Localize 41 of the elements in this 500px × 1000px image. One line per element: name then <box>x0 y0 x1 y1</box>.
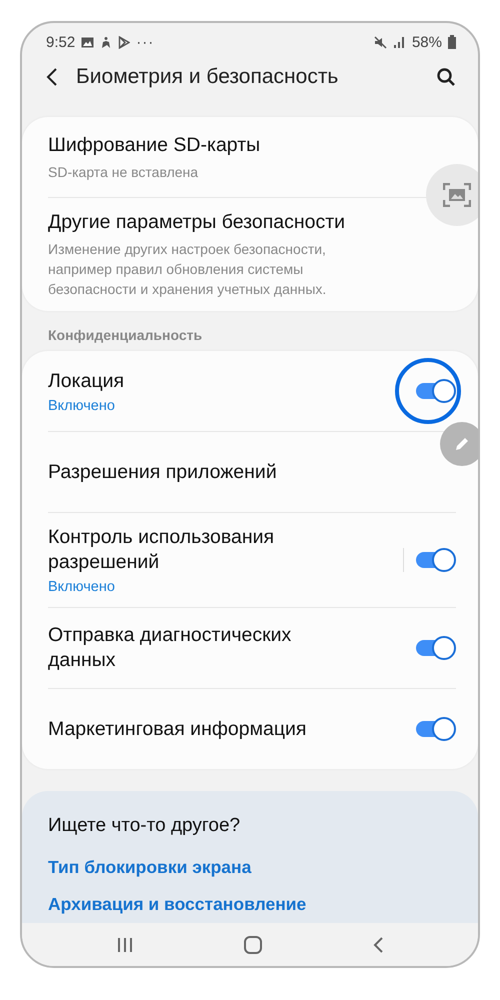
settings-item[interactable]: Локация Включено <box>48 351 456 432</box>
item-description: Изменение других настроек безопасности, например правил обновления системы безопасности и хранения учетных данных. <box>48 240 328 300</box>
item-title: Разрешения приложений <box>48 460 278 485</box>
back-icon <box>372 936 384 954</box>
settings-item[interactable]: Шифрование SD-карты SD-карта не вставлена <box>48 117 456 198</box>
toggle-switch[interactable] <box>416 548 456 572</box>
figure-icon <box>100 36 112 49</box>
settings-item[interactable]: Маркетинговая информация <box>48 688 456 770</box>
item-status: Включено <box>48 398 116 414</box>
toggle-switch[interactable] <box>416 717 456 742</box>
battery-percent: 58% <box>412 34 442 51</box>
item-title: Локация <box>48 368 126 394</box>
toggle-switch[interactable] <box>416 636 456 660</box>
item-title: Маркетинговая информация <box>48 716 308 742</box>
settings-item[interactable]: Отправка диагностических данных <box>48 607 456 688</box>
search-icon <box>436 66 456 87</box>
item-title: Контроль использования разрешений <box>48 525 276 576</box>
item-title: Шифрование SD-карты <box>48 132 262 158</box>
item-title: Другие параметры безопасности <box>48 210 346 236</box>
status-more: ··· <box>136 34 154 51</box>
screenshot-icon <box>443 183 471 208</box>
image-icon <box>81 36 94 48</box>
recents-icon <box>116 936 134 954</box>
suggestions-title: Ищете что-то другое? <box>48 815 242 838</box>
suggestion-link[interactable]: Архивация и восстановление <box>48 894 452 916</box>
item-description: SD-карта не вставлена <box>48 162 200 182</box>
home-icon <box>242 934 263 955</box>
section-label: Конфиденциальность <box>47 326 204 346</box>
status-time: 9:52 <box>46 34 76 51</box>
signal-icon <box>392 36 406 48</box>
toggle-switch[interactable] <box>416 379 456 404</box>
page-title: Биометрия и безопасность <box>76 64 340 89</box>
pencil-icon <box>454 436 470 452</box>
item-title: Отправка диагностических данных <box>48 623 292 674</box>
item-status: Включено <box>48 579 116 596</box>
suggestion-link[interactable]: Тип блокировки экрана <box>48 857 452 878</box>
back-icon <box>46 66 58 87</box>
play-icon <box>118 36 130 49</box>
battery-icon <box>448 35 456 50</box>
settings-item[interactable]: Контроль использования разрешений Включено <box>48 512 456 608</box>
mute-icon <box>374 36 387 49</box>
